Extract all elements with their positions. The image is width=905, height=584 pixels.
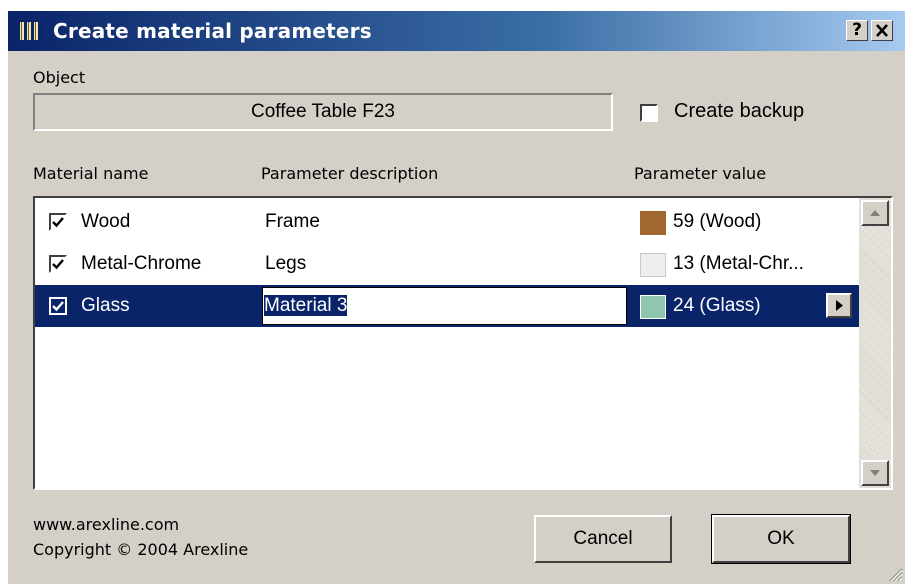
material-list[interactable]: Wood Frame 59 (Wood) Metal-Chrome Legs 1… (33, 196, 893, 490)
list-item[interactable]: Wood Frame 59 (Wood) (35, 201, 859, 243)
create-backup-label[interactable]: Create backup (674, 100, 804, 123)
arrow-up-icon (870, 210, 880, 216)
value-dropdown-button[interactable] (826, 293, 852, 318)
material-name: Metal-Chrome (81, 253, 202, 274)
parameter-description[interactable]: Legs (265, 243, 306, 285)
row-checkbox[interactable] (49, 255, 67, 273)
row-checkbox[interactable] (49, 213, 67, 231)
footer-copyright: Copyright © 2004 Arexline (33, 540, 249, 559)
checkmark-icon (52, 259, 64, 270)
checkmark-icon (52, 217, 64, 228)
checkmark-icon (52, 301, 64, 312)
column-header-material: Material name (33, 164, 149, 183)
parameter-value[interactable]: 59 (Wood) (673, 201, 761, 243)
title-bar[interactable]: Create material parameters ? (8, 11, 905, 51)
material-name: Wood (81, 211, 131, 232)
description-edit-field[interactable]: Material 3 (262, 287, 627, 325)
close-button[interactable] (871, 20, 893, 41)
object-label: Object (33, 68, 86, 87)
window-title: Create material parameters (53, 19, 372, 43)
row-checkbox[interactable] (49, 297, 67, 315)
close-icon (876, 24, 888, 37)
column-header-value: Parameter value (634, 164, 767, 183)
library-columns-icon (19, 20, 41, 41)
create-backup-checkbox[interactable] (640, 104, 658, 122)
parameter-description[interactable]: Frame (265, 201, 320, 243)
ok-button[interactable]: OK (711, 514, 851, 564)
scroll-up-button[interactable] (861, 200, 889, 226)
list-item-selected[interactable]: Glass Material 3 24 (Glass) (35, 285, 859, 327)
material-name: Glass (81, 295, 130, 316)
arrow-down-icon (870, 470, 880, 476)
parameter-value[interactable]: 24 (Glass) (673, 285, 761, 327)
column-header-description: Parameter description (261, 164, 439, 183)
color-swatch (640, 211, 666, 235)
parameter-value[interactable]: 13 (Metal-Chr... (673, 243, 804, 285)
color-swatch (640, 295, 666, 319)
edit-field-text: Material 3 (264, 295, 348, 316)
color-swatch (640, 253, 666, 277)
list-item[interactable]: Metal-Chrome Legs 13 (Metal-Chr... (35, 243, 859, 285)
object-field: Coffee Table F23 (33, 93, 613, 131)
help-button[interactable]: ? (846, 20, 868, 41)
footer-url: www.arexline.com (33, 515, 180, 534)
cancel-button[interactable]: Cancel (534, 515, 672, 563)
vertical-scrollbar[interactable] (859, 198, 891, 488)
resize-grip-icon[interactable] (887, 566, 903, 582)
dialog-window: Create material parameters ? Object Coff… (8, 11, 905, 584)
scroll-down-button[interactable] (861, 460, 889, 486)
triangle-right-icon (836, 300, 843, 311)
